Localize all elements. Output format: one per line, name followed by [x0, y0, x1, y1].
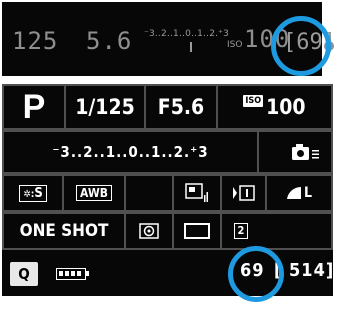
drive-single-cell[interactable] [172, 212, 222, 250]
image-quality: L [303, 185, 313, 201]
flash-exposure-cell[interactable] [257, 130, 333, 174]
aperture: F5.6 [157, 95, 205, 119]
shutter-speed-cell[interactable]: 1/125 [64, 84, 146, 130]
quick-control-button[interactable]: Q [10, 262, 38, 286]
flash-camera-icon [292, 144, 319, 160]
viewfinder-aperture: 5.6 [86, 27, 133, 55]
white-balance-cell[interactable]: AWB [62, 174, 126, 212]
viewfinder-shutter-speed: 125 [12, 27, 59, 55]
picture-style: S [34, 185, 43, 201]
exposure-scale-text: ⁻3..2..1..0..1..2.⁺3 [144, 29, 230, 39]
image-quality-fine-icon [286, 186, 301, 199]
picture-style-cell[interactable]: ✲:S [2, 174, 64, 212]
highlight-circle-viewfinder [271, 16, 331, 76]
metering-mode-cell[interactable] [124, 212, 174, 250]
single-shot-drive-icon [232, 185, 255, 201]
auto-lighting-optimizer-icon [185, 183, 208, 202]
self-timer-cell[interactable]: 2 [220, 212, 333, 250]
picture-style-icon: ✲:S [19, 184, 47, 202]
evaluative-metering-icon [139, 223, 159, 239]
drive-mode-cell[interactable] [220, 174, 267, 212]
aperture-cell[interactable]: F5.6 [144, 84, 218, 130]
quick-control-screen: P 1/125 F5.6 ISO 100 ⁻3..2..1..0..1..2.⁺… [2, 84, 333, 296]
single-frame-icon [184, 223, 210, 239]
exposure-level-marker [190, 42, 192, 52]
exposure-compensation-scale: ⁻3..2..1..0..1..2.⁺3 [52, 143, 209, 161]
af-mode: ONE SHOT [19, 221, 109, 241]
shooting-mode: P [22, 87, 46, 126]
battery-level-fill [59, 271, 83, 276]
iso-cell[interactable]: ISO 100 [216, 84, 333, 130]
viewfinder-iso-label: ISO [227, 40, 243, 50]
shooting-mode-cell[interactable]: P [2, 84, 66, 130]
image-quality-cell[interactable]: L [265, 174, 333, 212]
self-timer-2s: 2 [234, 223, 248, 239]
auto-lighting-optimizer-cell[interactable] [172, 174, 222, 212]
highlight-circle-shots [228, 246, 284, 302]
iso-speed: 100 [266, 95, 306, 119]
exposure-compensation-cell[interactable]: ⁻3..2..1..0..1..2.⁺3 [2, 130, 259, 174]
shutter-speed: 1/125 [75, 95, 135, 119]
af-mode-cell[interactable]: ONE SHOT [2, 212, 126, 250]
white-balance: AWB [76, 185, 112, 201]
battery-icon [56, 268, 89, 280]
iso-label: ISO [243, 95, 264, 107]
empty-cell-a [124, 174, 174, 212]
